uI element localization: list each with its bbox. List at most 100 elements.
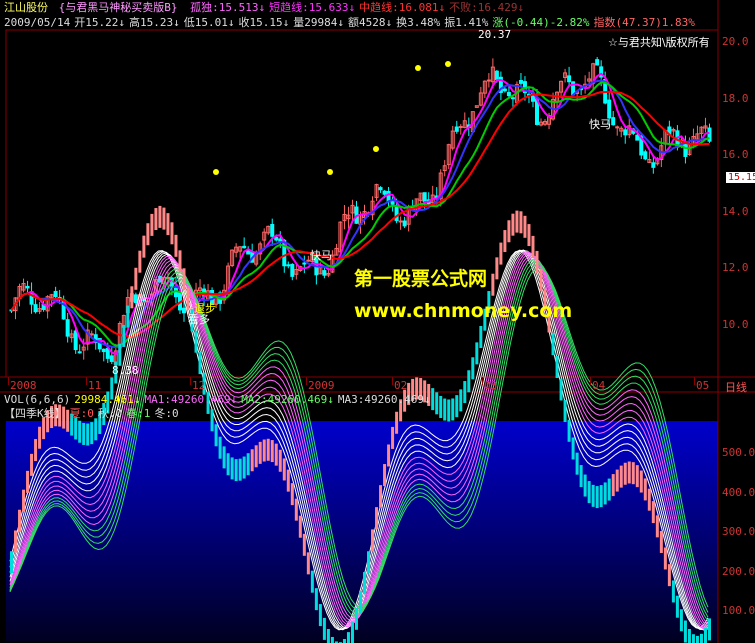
candle-body: [422, 192, 427, 203]
period-label[interactable]: 日线: [725, 379, 747, 395]
watermark-url: www.chnmoney.com: [354, 300, 573, 322]
season-bar: [150, 213, 154, 236]
season-bar: [627, 461, 631, 484]
season-bar: [463, 381, 467, 404]
season-bar: [691, 634, 695, 643]
season-bar: [122, 324, 126, 347]
formula-value-3: 不败:16.429↓: [449, 1, 525, 14]
candle-body: [510, 97, 515, 100]
season-bar: [294, 498, 298, 521]
season-bar: [198, 352, 202, 375]
time-tick-label: 05: [696, 379, 710, 392]
candle-body: [181, 307, 186, 314]
season-bar: [126, 305, 130, 328]
formula-value-0: 孤独:15.513↓: [190, 1, 266, 14]
stock-header: 江山股份 {与君黑马神秘买卖版B} 孤独:15.513↓ 短趋线:15.633↓ 中…: [4, 1, 528, 15]
season-bar: [435, 392, 439, 415]
season-bar: [310, 570, 314, 593]
vol-field-4: MA3:49260.469↓: [337, 393, 431, 406]
season-bar: [503, 230, 507, 253]
season-bar: [383, 464, 387, 487]
season-bar: [567, 419, 571, 442]
season-field-4: 冬:0: [154, 407, 179, 420]
season-bar: [306, 552, 310, 575]
candle-body: [290, 263, 295, 277]
candle-body: [615, 126, 620, 129]
season-bar: [679, 609, 683, 632]
candle-body: [242, 245, 247, 249]
formula-name[interactable]: {与君黑马神秘买卖版B}: [59, 1, 178, 14]
season-bar: [118, 343, 122, 366]
season-bar: [158, 205, 162, 228]
price-tick-label: 16.0: [722, 148, 749, 161]
season-bar: [30, 453, 34, 476]
season-bar: [591, 484, 595, 507]
indicator-tick-label: 100.0: [722, 604, 755, 617]
season-bar: [563, 399, 567, 422]
season-bar: [218, 436, 222, 459]
season-bar: [491, 273, 495, 296]
candle-body: [378, 187, 383, 191]
season-bar: [170, 222, 174, 245]
season-bar: [246, 453, 250, 476]
season-bar: [342, 639, 346, 643]
stock-name[interactable]: 江山股份: [4, 1, 48, 14]
season-bar: [274, 443, 278, 466]
season-bar: [467, 370, 471, 393]
season-bar: [270, 440, 274, 463]
season-bar: [363, 572, 367, 595]
season-bar: [138, 250, 142, 273]
season-bar: [322, 617, 326, 640]
price-tick-label: 18.0: [722, 91, 749, 105]
season-bar: [603, 482, 607, 505]
season-bar: [186, 288, 190, 311]
season-bar: [314, 588, 318, 611]
season-bar: [535, 250, 539, 273]
quote-field-1: 开15.22↓: [74, 16, 125, 29]
season-bar: [639, 470, 643, 493]
season-bar: [507, 220, 511, 243]
indicator-tick-label: 500.0: [722, 446, 755, 459]
season-bar: [455, 395, 459, 418]
season-bar: [531, 235, 535, 258]
indicator-tick-label: 200.0: [722, 564, 755, 578]
candle-body: [270, 223, 275, 237]
season-bar: [599, 485, 603, 508]
time-tick-label: 04: [592, 379, 606, 392]
season-bar: [643, 478, 647, 501]
formula-value-1: 短趋线:15.633↓: [269, 1, 356, 14]
candle-body: [402, 220, 407, 227]
quote-field-3: 低15.01↓: [183, 16, 235, 29]
time-tick-label: 2008: [10, 379, 37, 392]
quote-field-7: 换3.48%: [396, 16, 441, 29]
candle-body: [567, 75, 572, 83]
season-bar: [683, 620, 687, 643]
high-price-label: 20.37: [478, 28, 512, 41]
season-bar: [78, 420, 82, 443]
season-bar: [371, 529, 375, 552]
season-bar: [266, 438, 270, 461]
quote-field-4: 收15.15↓: [238, 16, 290, 29]
season-bar: [587, 481, 591, 504]
candle-body: [302, 262, 307, 265]
formula-value-2: 中趋线:16.081↓: [359, 1, 446, 14]
candle-body: [382, 190, 387, 195]
candle-body: [73, 330, 78, 351]
candle-body: [77, 351, 82, 354]
time-tick-label: 12: [192, 379, 206, 392]
season-bar: [230, 457, 234, 480]
candle-body: [595, 59, 600, 66]
season-bar: [182, 268, 186, 291]
season-bar: [330, 636, 334, 643]
season-bar: [387, 444, 391, 467]
season-bar: [142, 235, 146, 258]
season-bar: [647, 488, 651, 511]
season-bar: [94, 418, 98, 441]
price-tick-label: 10.0: [722, 317, 749, 331]
season-bar: [166, 213, 170, 236]
season-bar: [611, 474, 615, 497]
quote-field-5: 量29984↓: [293, 16, 344, 29]
season-bar: [130, 286, 134, 309]
kuaima-label-2: 快马: [589, 118, 611, 131]
season-bar: [250, 449, 254, 472]
